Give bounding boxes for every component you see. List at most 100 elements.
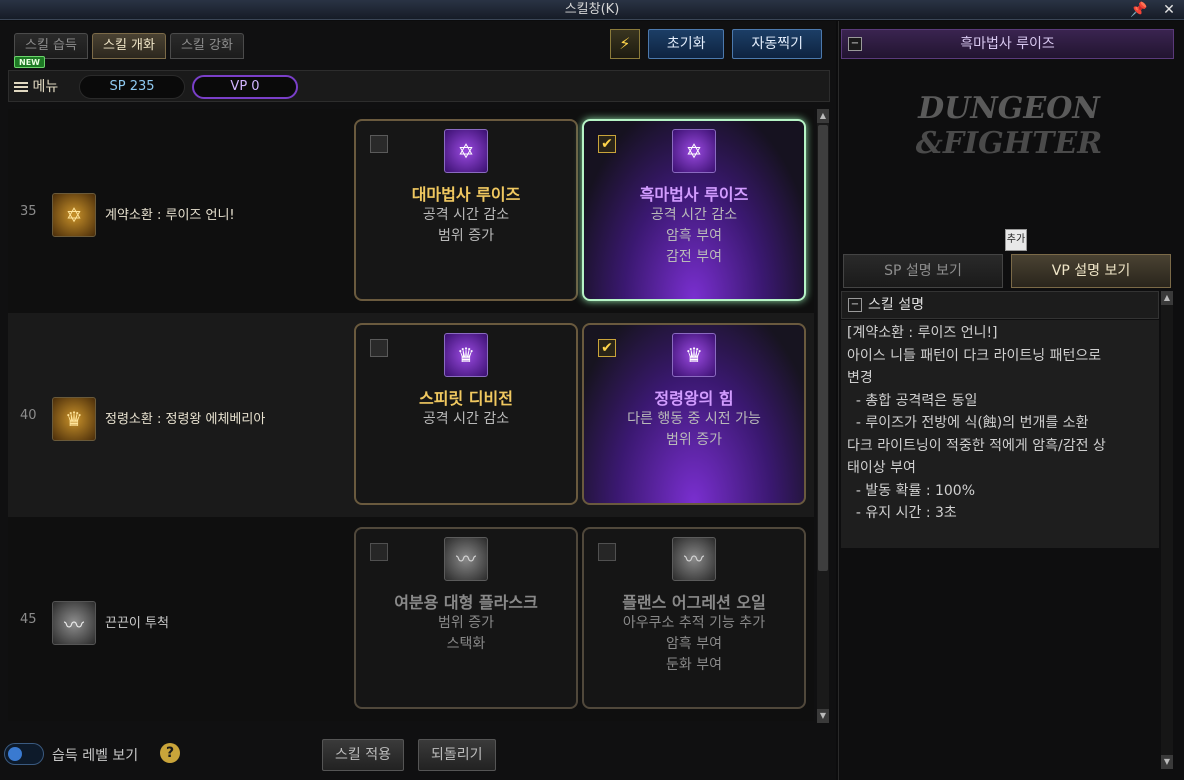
skill-row: 35 ✡ 계약소환 : 루이즈 언니! ✡ 대마법사 루이즈 공격 시간 감소 …	[8, 109, 814, 313]
skill-list: 35 ✡ 계약소환 : 루이즈 언니! ✡ 대마법사 루이즈 공격 시간 감소 …	[8, 109, 814, 723]
bloom-title: 대마법사 루이즈	[411, 185, 521, 204]
description-line: 아이스 니들 패턴이 다크 라이트닝 패턴으로	[847, 347, 1102, 364]
skill-name: 끈끈이 투척	[105, 616, 169, 631]
scroll-down-icon[interactable]: ▼	[1161, 755, 1173, 769]
vp-counter: VP 0	[192, 75, 298, 99]
bloom-checkbox[interactable]	[370, 135, 388, 153]
bloom-checkbox[interactable]	[370, 543, 388, 561]
skill-tabs: 스킬 습득 스킬 개화 스킬 강화	[14, 33, 244, 59]
bloom-card[interactable]: ♛ 스피릿 디비전 공격 시간 감소	[354, 323, 578, 505]
bloom-checkbox[interactable]: ✔	[598, 135, 616, 153]
window-title: 스킬창(K)	[564, 2, 620, 17]
bloom-checkbox[interactable]: ✔	[598, 339, 616, 357]
help-icon[interactable]: ?	[160, 743, 180, 763]
bloom-title: 여분용 대형 플라스크	[394, 593, 538, 612]
skill-description-body: [계약소환 : 루이즈 언니!] 아이스 니들 패턴이 다크 라이트닝 패턴으로…	[841, 320, 1159, 548]
game-logo: DUNGEON &FIGHTER	[915, 91, 1103, 161]
skill-level: 45	[20, 612, 37, 627]
hamburger-icon	[14, 80, 28, 94]
slime-icon: 〰	[672, 537, 716, 581]
bloom-effect: 범위 증가	[438, 228, 494, 244]
bloom-card[interactable]: 〰 플랜스 어그레션 오일 아우쿠소 추적 기능 추가 암흑 부여 둔화 부여	[582, 527, 806, 709]
scroll-up-icon[interactable]: ▲	[817, 109, 829, 123]
skill-name: 계약소환 : 루이즈 언니!	[105, 208, 235, 223]
add-tooltip: 추가	[1005, 229, 1027, 251]
description-scrollbar[interactable]: ▲ ▼	[1161, 291, 1173, 769]
bloom-effect: 암흑 부여	[666, 228, 722, 244]
tab-sp-description[interactable]: SP 설명 보기	[843, 254, 1003, 288]
revert-button[interactable]: 되돌리기	[418, 739, 496, 771]
description-line: - 유지 시간 : 3초	[847, 505, 957, 521]
bloom-card[interactable]: 〰 여분용 대형 플라스크 범위 증가 스택화	[354, 527, 578, 709]
bloom-card[interactable]: ✡ 대마법사 루이즈 공격 시간 감소 범위 증가	[354, 119, 578, 301]
tab-skill-enhance[interactable]: 스킬 강화	[169, 33, 244, 59]
bloom-checkbox[interactable]	[370, 339, 388, 357]
top-buttons: ⚡ 초기화 자동찍기	[609, 29, 822, 59]
skill-description-title: 스킬 설명	[868, 297, 924, 313]
skill-name: 정령소환 : 정령왕 에체베리아	[105, 412, 266, 427]
description-line: - 총합 공격력은 동일	[847, 392, 978, 409]
menu-bar: 메뉴 SP 235 VP 0	[8, 70, 830, 102]
collapse-icon[interactable]: −	[848, 37, 862, 51]
bloom-effect: 공격 시간 감소	[422, 411, 510, 427]
bloom-effect: 범위 증가	[438, 615, 494, 631]
new-badge: NEW	[14, 56, 45, 68]
bloom-effect: 암흑 부여	[666, 636, 722, 652]
window-titlebar: 스킬창(K) 📌 ✕	[0, 0, 1184, 20]
skill-description-header: − 스킬 설명	[841, 291, 1159, 319]
sp-counter: SP 235	[79, 75, 185, 99]
crown-icon: ♛	[672, 333, 716, 377]
dark-sigil-icon: ✡	[672, 129, 716, 173]
bloom-effect: 공격 시간 감소	[422, 207, 510, 223]
bloom-card[interactable]: ✔ ♛ 정령왕의 힘 다른 행동 중 시전 가능 범위 증가	[582, 323, 806, 505]
scroll-thumb[interactable]	[818, 125, 828, 571]
skill-level: 35	[20, 204, 37, 219]
collapse-icon[interactable]: −	[848, 298, 862, 312]
bloom-checkbox[interactable]	[598, 543, 616, 561]
crown-icon: ♛	[52, 397, 96, 441]
lightning-icon[interactable]: ⚡	[609, 29, 640, 59]
pin-icon[interactable]: 📌	[1128, 0, 1150, 20]
tab-skill-bloom[interactable]: 스킬 개화	[91, 33, 166, 59]
tab-vp-description[interactable]: VP 설명 보기	[1011, 254, 1171, 288]
description-line: - 발동 확률 : 100%	[847, 482, 976, 499]
bloom-effect: 공격 시간 감소	[650, 207, 738, 223]
dark-sigil-icon: ✡	[444, 129, 488, 173]
slime-icon: 〰	[444, 537, 488, 581]
bloom-title: 정령왕의 힘	[654, 389, 734, 408]
bloom-title: 스피릿 디비전	[419, 389, 513, 408]
bloom-effect: 다른 행동 중 시전 가능	[627, 411, 761, 427]
description-line: [계약소환 : 루이즈 언니!]	[847, 325, 998, 341]
skill-row: 40 ♛ 정령소환 : 정령왕 에체베리아 ♛ 스피릿 디비전 공격 시간 감소…	[8, 313, 814, 517]
detail-title: 흑마법사 루이즈	[960, 36, 1055, 52]
scroll-down-icon[interactable]: ▼	[817, 709, 829, 723]
bloom-title: 플랜스 어그레션 오일	[622, 593, 766, 612]
reset-button[interactable]: 초기화	[647, 29, 725, 59]
skill-row: 45 〰 끈끈이 투척 〰 여분용 대형 플라스크 범위 증가 스택화 〰 플랜…	[8, 517, 814, 721]
description-line: 다크 라이트닝이 적중한 적에게 암흑/감전 상	[847, 437, 1106, 454]
menu-label: 메뉴	[32, 79, 59, 95]
skill-list-scrollbar[interactable]: ▲ ▼	[817, 109, 829, 723]
bloom-effect: 범위 증가	[666, 432, 722, 448]
bloom-effect: 아우쿠소 추적 기능 추가	[622, 615, 766, 631]
detail-panel: − 흑마법사 루이즈 DUNGEON &FIGHTER 추가 SP 설명 보기 …	[838, 21, 1184, 780]
skill-level: 40	[20, 408, 37, 423]
menu-button[interactable]: 메뉴	[14, 76, 58, 96]
auto-assign-button[interactable]: 자동찍기	[732, 29, 822, 59]
bloom-card[interactable]: ✔ ✡ 흑마법사 루이즈 공격 시간 감소 암흑 부여 감전 부여	[582, 119, 806, 301]
description-line: 태이상 부여	[847, 460, 916, 476]
bloom-effect: 스택화	[446, 636, 486, 652]
apply-skill-button[interactable]: 스킬 적용	[322, 739, 404, 771]
slime-icon: 〰	[52, 601, 96, 645]
bottom-bar: 습득 레벨 보기 ? 스킬 적용 되돌리기	[0, 737, 836, 777]
show-level-toggle[interactable]	[4, 743, 44, 765]
show-level-label: 습득 레벨 보기	[52, 748, 139, 764]
bloom-title: 흑마법사 루이즈	[639, 185, 749, 204]
crown-icon: ♛	[444, 333, 488, 377]
bloom-effect: 둔화 부여	[666, 657, 722, 673]
close-icon[interactable]: ✕	[1158, 0, 1180, 20]
bloom-effect: 감전 부여	[666, 249, 722, 265]
scroll-up-icon[interactable]: ▲	[1161, 291, 1173, 305]
description-line: 변경	[847, 370, 873, 386]
skill-panel: 스킬 습득 스킬 개화 스킬 강화 NEW ⚡ 초기화 자동찍기 메뉴 SP 2…	[0, 21, 836, 780]
